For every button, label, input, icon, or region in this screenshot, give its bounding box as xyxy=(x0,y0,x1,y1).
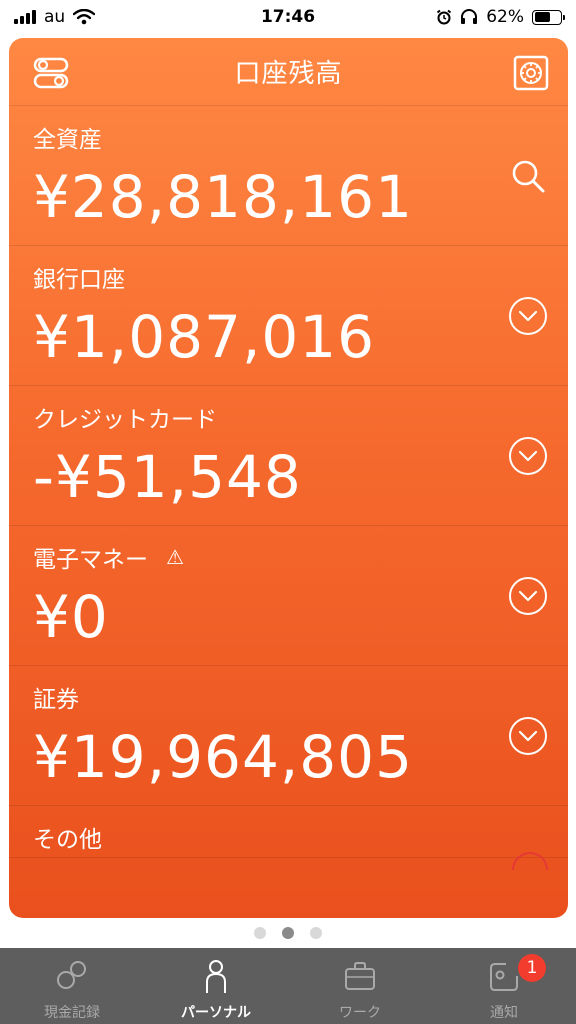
account-row-total[interactable]: 全資産 ¥28,818,161 xyxy=(9,106,568,246)
account-value: -¥51,548 xyxy=(33,443,302,511)
tab-label: パーソナル xyxy=(181,1005,251,1021)
account-balance-card: 口座残高 全資産 ¥28,818,161 銀行口座 ¥1,087,016 クレジ… xyxy=(9,38,568,918)
alert-indicator-icon xyxy=(512,852,548,870)
account-row-other[interactable]: その他 xyxy=(9,806,568,870)
battery-percent: 62% xyxy=(486,7,524,27)
person-icon xyxy=(206,960,226,993)
account-row-e-money[interactable]: 電子マネー ⚠ ¥0 xyxy=(9,526,568,666)
account-row-bank[interactable]: 銀行口座 ¥1,087,016 xyxy=(9,246,568,386)
account-label: 全資産 xyxy=(33,127,102,153)
page-dot[interactable] xyxy=(254,927,266,939)
tab-work[interactable]: ワーク xyxy=(288,948,432,1024)
chevron-down-circle-icon[interactable] xyxy=(508,296,548,336)
account-value: ¥19,964,805 xyxy=(33,723,413,791)
warning-icon: ⚠ xyxy=(166,545,184,569)
briefcase-icon xyxy=(345,962,375,990)
page-indicator xyxy=(0,927,576,939)
card-header: 口座残高 xyxy=(9,38,568,106)
chevron-down-circle-icon[interactable] xyxy=(508,576,548,616)
notification-badge: 1 xyxy=(518,954,546,982)
tab-label: 通知 xyxy=(490,1005,518,1021)
cash-record-icon xyxy=(57,961,86,989)
page-dot-active[interactable] xyxy=(282,927,294,939)
account-label: 銀行口座 xyxy=(33,267,125,293)
headphones-icon xyxy=(461,9,478,24)
alarm-icon xyxy=(437,9,452,25)
notification-icon xyxy=(490,963,518,991)
tab-cash-record[interactable]: 現金記録 xyxy=(0,948,144,1024)
tab-label: ワーク xyxy=(339,1005,381,1021)
tab-bar: 現金記録 パーソナル ワーク 1 通知 xyxy=(0,948,576,1024)
account-label: その他 xyxy=(33,827,102,853)
status-bar: au 17:46 62% xyxy=(0,0,576,34)
account-label: 電子マネー xyxy=(33,547,148,573)
account-value: ¥28,818,161 xyxy=(33,163,413,231)
page-title: 口座残高 xyxy=(234,59,343,89)
carrier-label: au xyxy=(44,7,66,27)
wifi-icon xyxy=(73,9,96,25)
page-dot[interactable] xyxy=(310,927,322,939)
safe-vault-icon[interactable] xyxy=(512,54,550,92)
account-label: 証券 xyxy=(33,687,79,713)
search-icon[interactable] xyxy=(508,156,548,196)
account-value: ¥0 xyxy=(33,583,109,651)
account-label: クレジットカード xyxy=(33,407,217,433)
tab-label: 現金記録 xyxy=(44,1005,100,1021)
clock-time: 17:46 xyxy=(260,7,316,27)
toggle-settings-icon[interactable] xyxy=(32,54,70,92)
chevron-down-circle-icon[interactable] xyxy=(508,716,548,756)
tab-personal[interactable]: パーソナル xyxy=(144,948,288,1024)
account-value: ¥1,087,016 xyxy=(33,303,376,371)
tab-notifications[interactable]: 1 通知 xyxy=(432,948,576,1024)
battery-icon xyxy=(532,9,565,25)
chevron-down-circle-icon[interactable] xyxy=(508,436,548,476)
account-row-credit-card[interactable]: クレジットカード -¥51,548 xyxy=(9,386,568,526)
cellular-signal-icon xyxy=(14,10,36,24)
account-row-securities[interactable]: 証券 ¥19,964,805 xyxy=(9,666,568,806)
